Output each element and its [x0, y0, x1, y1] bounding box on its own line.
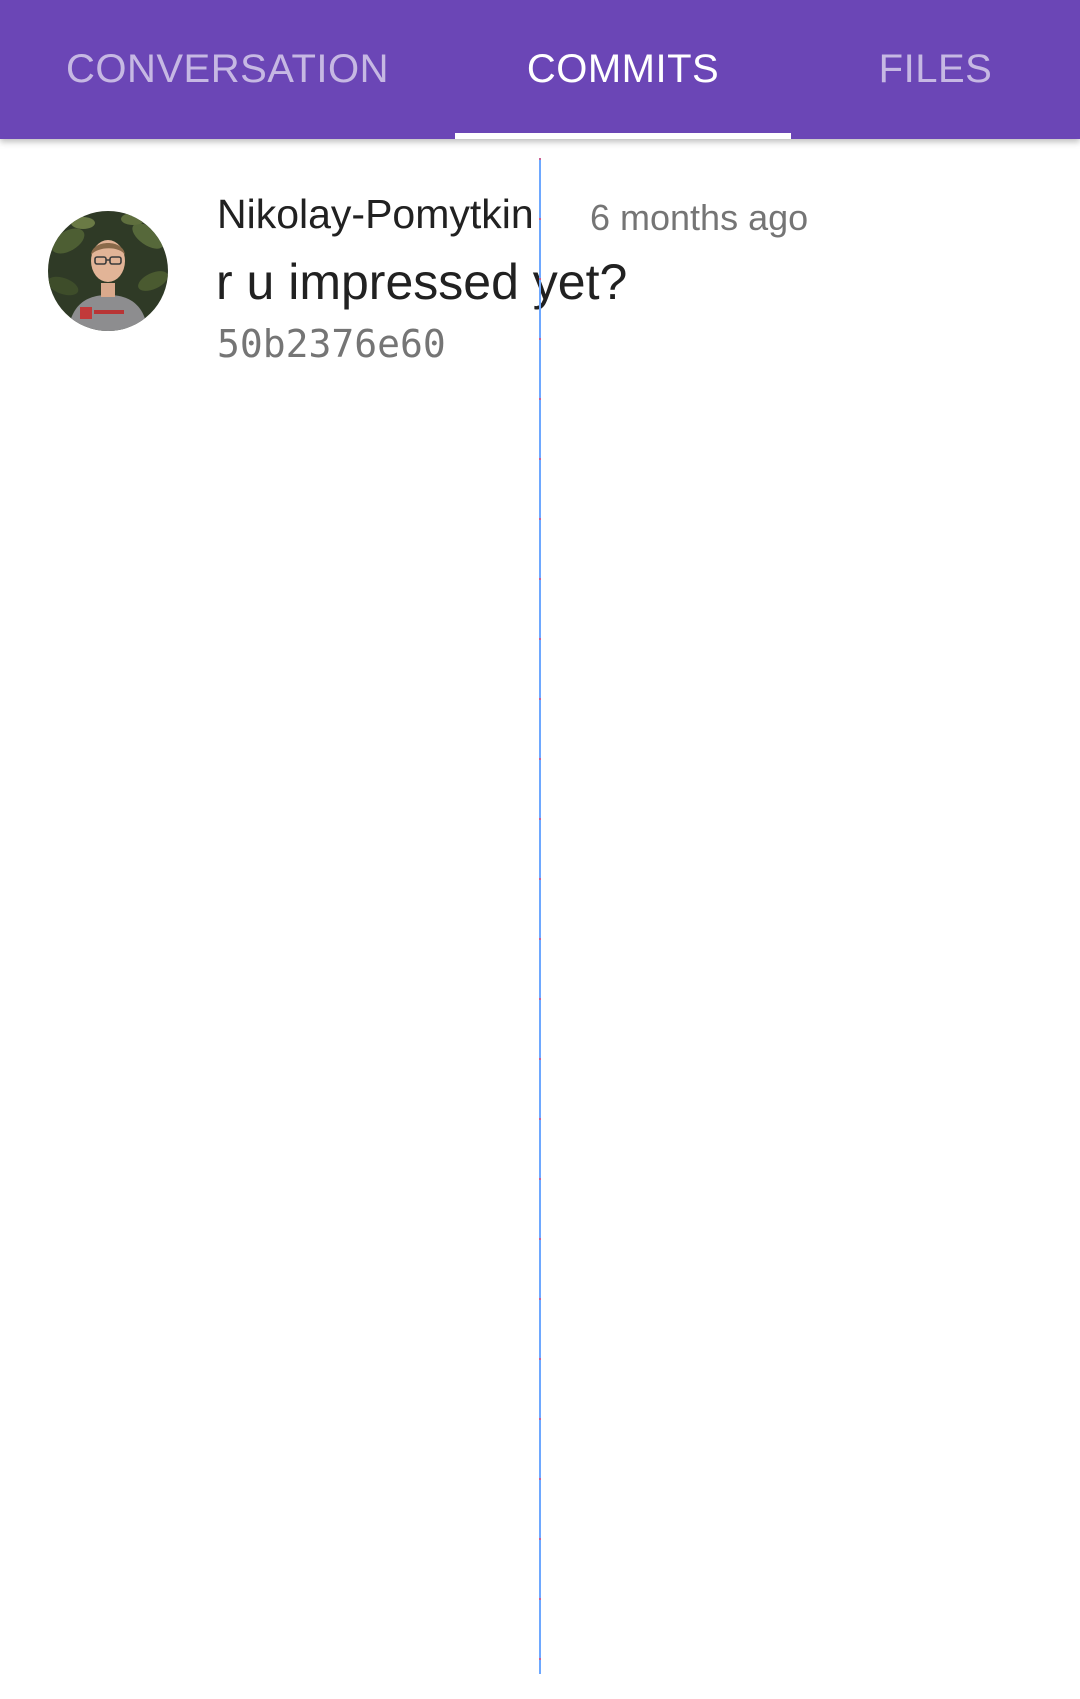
commit-time: 6 months ago [590, 197, 809, 238]
tab-files[interactable]: FILES [791, 0, 1080, 139]
commit-sha: 50b2376e60 [217, 322, 446, 366]
tab-bar: CONVERSATION COMMITS FILES [0, 0, 1080, 139]
tab-commits[interactable]: COMMITS [455, 0, 791, 139]
avatar [48, 211, 168, 331]
tab-conversation[interactable]: CONVERSATION [0, 0, 455, 139]
tab-active-indicator [455, 133, 791, 139]
commit-message: r u impressed yet? [216, 254, 628, 310]
commit-author: Nikolay-Pomytkin [217, 191, 534, 237]
layout-guide-line [539, 158, 541, 1674]
avatar-image [48, 211, 168, 331]
